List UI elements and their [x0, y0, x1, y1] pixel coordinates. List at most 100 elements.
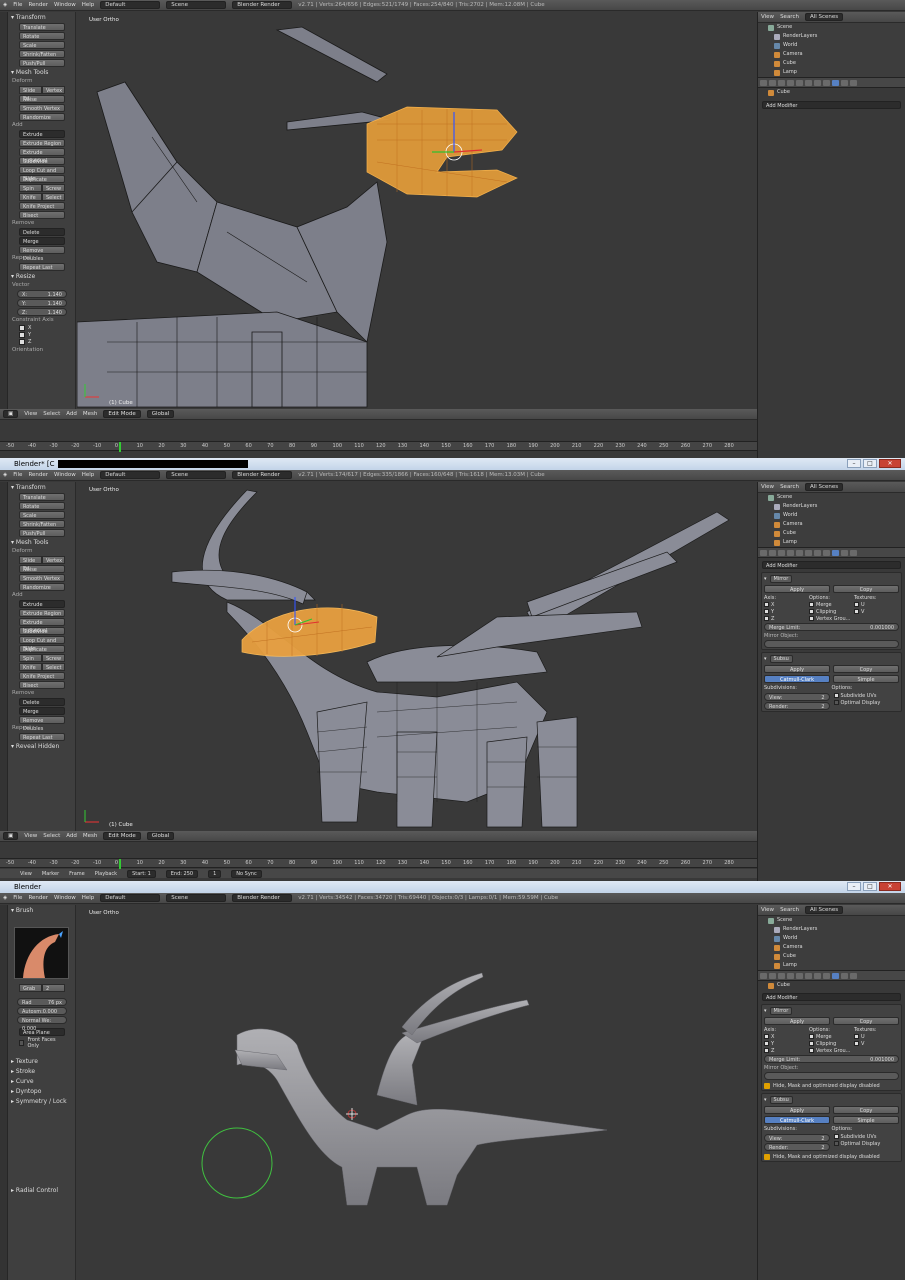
axis-y-checkbox[interactable]: Y [764, 1040, 809, 1047]
expand-icon[interactable]: ▾ [764, 576, 767, 582]
subsurf-name-field[interactable]: Subsu [769, 654, 793, 663]
outliner-renderlayers[interactable]: RenderLayers [758, 502, 905, 511]
slide-edge-button[interactable]: Slide Ed [19, 556, 42, 572]
brush-name-field[interactable]: Grab [19, 984, 42, 992]
footer-select[interactable]: Select [43, 411, 60, 417]
outliner-view[interactable]: View [761, 14, 774, 20]
outliner-filter[interactable]: All Scenes [804, 483, 844, 491]
bisect-button[interactable]: Bisect [19, 681, 65, 689]
outliner-search[interactable]: Search [780, 484, 799, 490]
delete-dropdown[interactable]: Delete [19, 228, 65, 236]
optimal-display-checkbox[interactable]: Optimal Display [833, 699, 900, 706]
menu-help[interactable]: Help [82, 2, 95, 8]
outliner-scene[interactable]: Scene [758, 916, 905, 925]
current-frame-field[interactable]: 1 [208, 869, 222, 878]
footer-view[interactable]: View [24, 833, 37, 839]
view-levels-field[interactable]: View: 2 [764, 1134, 830, 1142]
mode-select[interactable]: Edit Mode [103, 832, 141, 840]
slide-vertex-button[interactable]: Vertex [42, 556, 65, 564]
axis-x-checkbox[interactable]: X [764, 601, 809, 608]
menu-render[interactable]: Render [28, 472, 48, 478]
smooth-vertex-button[interactable]: Smooth Vertex [19, 574, 65, 582]
axis-x-checkbox[interactable]: X [764, 1033, 809, 1040]
subdivide-button[interactable]: Subdivide [19, 627, 65, 635]
slide-edge-button[interactable]: Slide Ed [19, 86, 42, 102]
footer-view[interactable]: View [24, 411, 37, 417]
duplicate-button[interactable]: Duplicate [19, 645, 65, 653]
outliner-view[interactable]: View [761, 907, 774, 913]
normal-weight-field[interactable]: Normal We: 0.000 [17, 1016, 67, 1032]
footer-mesh[interactable]: Mesh [83, 833, 97, 839]
axis-z-checkbox[interactable]: Z [764, 615, 809, 622]
brush-preview[interactable] [14, 927, 69, 979]
menu-window[interactable]: Window [54, 472, 76, 478]
brush-header[interactable]: ▾ Brush [9, 906, 73, 915]
outliner-lamp[interactable]: Lamp [758, 538, 905, 547]
knife-button[interactable]: Knife [19, 663, 42, 671]
mirror-copy-button[interactable]: Copy [833, 1017, 899, 1025]
outliner-renderlayers[interactable]: RenderLayers [758, 32, 905, 41]
simple-button[interactable]: Simple [833, 675, 899, 683]
vertex-groups-checkbox[interactable]: Vertex Grou... [809, 1047, 854, 1054]
properties-tabs[interactable] [758, 78, 905, 88]
add-modifier-dropdown[interactable]: Add Modifier [762, 561, 901, 569]
screw-button[interactable]: Screw [42, 654, 65, 662]
extrude-dropdown[interactable]: Extrude [19, 600, 65, 608]
close-button[interactable]: ✕ [879, 882, 901, 891]
editor-type-button[interactable]: ▣ [3, 832, 19, 840]
menu-help[interactable]: Help [82, 895, 95, 901]
vertex-groups-checkbox[interactable]: Vertex Grou... [809, 615, 854, 622]
orientation-select[interactable]: Global [146, 832, 175, 840]
pushpull-button[interactable]: Push/Pull [19, 529, 65, 537]
outliner-cube[interactable]: Cube [758, 59, 905, 68]
menu-file[interactable]: File [13, 2, 22, 8]
timeline-ruler[interactable]: -50 -40 -30 -20 -10 0 10 20 30 40 50 60 70 80 90 100 110… [0, 441, 757, 452]
extrude-individual-button[interactable]: Extrude Individual [19, 618, 65, 634]
blender-icon[interactable]: ◈ [3, 2, 7, 8]
texture-panel[interactable]: ▸ Texture [9, 1057, 73, 1066]
mode-select[interactable]: Edit Mode [103, 410, 141, 418]
outliner-view[interactable]: View [761, 484, 774, 490]
timeline-ruler[interactable]: -50 -40 -30 -20 -10 0 10 20 30 40 50 60 70 80 90 100 110… [0, 858, 757, 869]
knife-project-button[interactable]: Knife Project [19, 202, 65, 210]
expand-icon[interactable]: ▾ [764, 1097, 767, 1103]
knife-project-button[interactable]: Knife Project [19, 672, 65, 680]
timeline-marker[interactable]: Marker [42, 871, 59, 877]
shrink-button[interactable]: Shrink/Fatten [19, 50, 65, 58]
viewport-3d[interactable]: User Ortho [77, 905, 757, 1280]
mirror-name-field[interactable]: Mirror [769, 574, 793, 583]
start-frame-field[interactable]: Start: 1 [127, 869, 156, 878]
timeline-frame[interactable]: Frame [69, 871, 85, 877]
constraint-x-checkbox[interactable]: X [19, 325, 63, 331]
clipping-checkbox[interactable]: Clipping [809, 608, 854, 615]
maximize-button[interactable]: □ [863, 459, 877, 468]
subsurf-apply-button[interactable]: Apply [764, 665, 830, 673]
spin-button[interactable]: Spin [19, 184, 42, 192]
subsurf-copy-button[interactable]: Copy [833, 665, 899, 673]
maximize-button[interactable]: □ [863, 882, 877, 891]
view-levels-field[interactable]: View: 2 [764, 693, 830, 701]
tool-tabs[interactable] [0, 12, 8, 410]
outliner-camera[interactable]: Camera [758, 943, 905, 952]
knife-select-button[interactable]: Select [42, 663, 65, 671]
extrude-dropdown[interactable]: Extrude [19, 130, 65, 138]
merge-checkbox[interactable]: Merge [809, 601, 854, 608]
constraint-y-checkbox[interactable]: Y [19, 332, 63, 338]
mirror-copy-button[interactable]: Copy [833, 585, 899, 593]
v-checkbox[interactable]: V [854, 608, 899, 615]
menu-window[interactable]: Window [54, 2, 76, 8]
resize-x-field[interactable]: X: 1.140 [17, 290, 67, 298]
smooth-vertex-button[interactable]: Smooth Vertex [19, 104, 65, 112]
area-plane-dropdown[interactable]: Area Plane [19, 1028, 65, 1036]
menu-file[interactable]: File [13, 472, 22, 478]
render-levels-field[interactable]: Render: 2 [764, 702, 830, 710]
minimize-button[interactable]: – [847, 882, 861, 891]
outliner-world[interactable]: World [758, 41, 905, 50]
outliner-camera[interactable]: Camera [758, 520, 905, 529]
autosmooth-field[interactable]: Autosm:0.000 [17, 1007, 67, 1015]
outliner-renderlayers[interactable]: RenderLayers [758, 925, 905, 934]
add-modifier-dropdown[interactable]: Add Modifier [762, 993, 901, 1001]
screw-button[interactable]: Screw [42, 184, 65, 192]
expand-icon[interactable]: ▾ [764, 1008, 767, 1014]
outliner-lamp[interactable]: Lamp [758, 961, 905, 970]
